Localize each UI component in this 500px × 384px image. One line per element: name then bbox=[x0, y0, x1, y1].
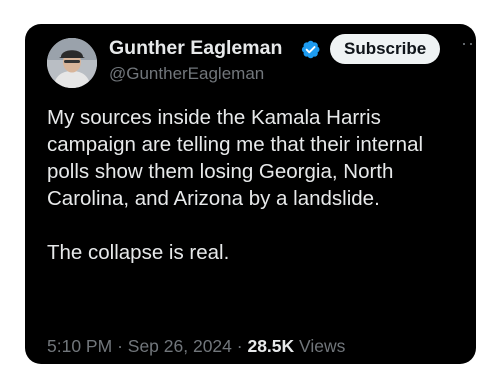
verified-badge-icon bbox=[301, 40, 320, 59]
display-name[interactable]: Gunther Eagleman bbox=[109, 37, 299, 60]
tweet-date[interactable]: Sep 26, 2024 bbox=[128, 336, 232, 356]
subscribe-button[interactable]: Subscribe bbox=[330, 34, 441, 64]
views-label: Views bbox=[299, 336, 346, 356]
views-count[interactable]: 28.5K bbox=[247, 336, 294, 356]
tweet-time[interactable]: 5:10 PM bbox=[47, 336, 112, 356]
tweet-text: My sources inside the Kamala Harris camp… bbox=[47, 104, 467, 266]
tweet-paragraph: The collapse is real. bbox=[47, 241, 230, 264]
meta-separator: · bbox=[117, 336, 123, 356]
tweet-card: Gunther Eagleman @GuntherEagleman Subscr… bbox=[25, 24, 476, 364]
avatar[interactable] bbox=[47, 38, 97, 88]
more-options-icon[interactable]: ··· bbox=[461, 34, 476, 52]
avatar-image bbox=[47, 38, 97, 88]
user-handle[interactable]: @GuntherEagleman bbox=[109, 64, 264, 84]
meta-separator: · bbox=[236, 336, 243, 356]
tweet-metadata: 5:10 PM · Sep 26, 2024 · 28.5K Views bbox=[47, 336, 345, 357]
tweet-paragraph: My sources inside the Kamala Harris camp… bbox=[47, 106, 424, 210]
